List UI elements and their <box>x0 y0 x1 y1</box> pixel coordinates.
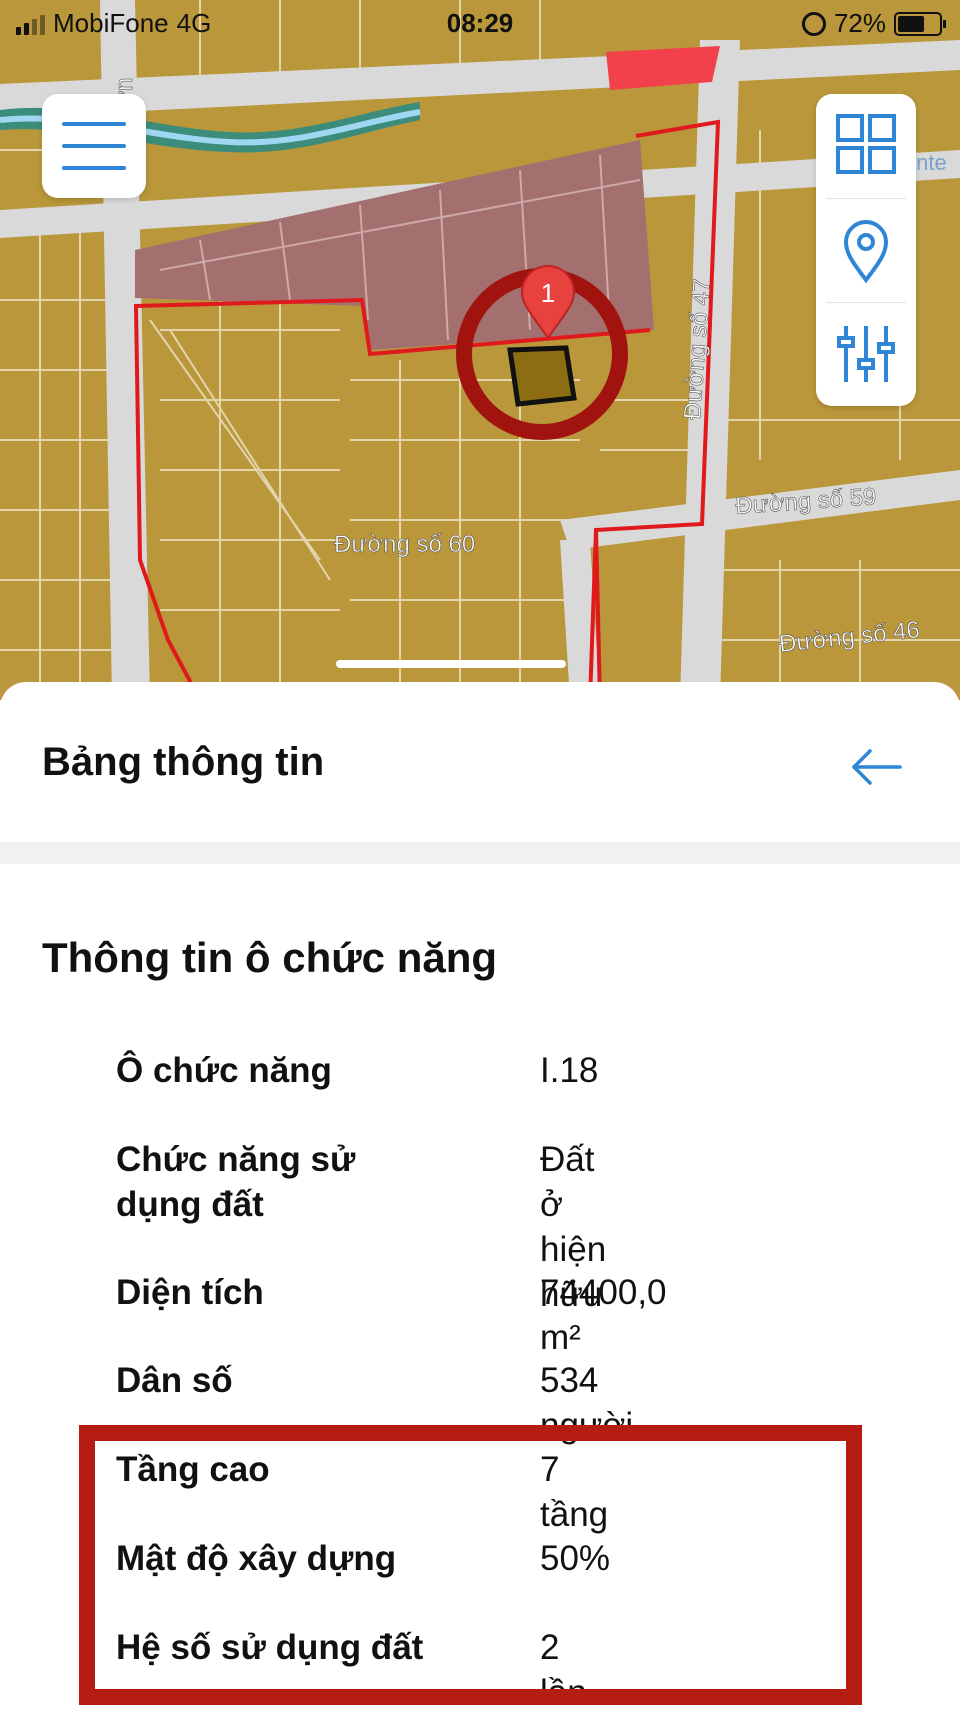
row-label: Diện tích <box>116 1273 264 1312</box>
location-pin-icon <box>843 220 889 284</box>
row-value: 74400,0 m² <box>540 1273 667 1357</box>
row-value: 2 lần <box>540 1628 587 1712</box>
street-label-60: Đường số 60 <box>334 531 475 558</box>
section-divider <box>0 842 960 864</box>
row-label: Tầng cao <box>116 1450 270 1489</box>
row-label: Hệ số sử dụng đất <box>116 1628 424 1667</box>
battery-percent: 72% <box>833 8 886 38</box>
row-label: Ô chức năng <box>116 1051 332 1090</box>
menu-button[interactable] <box>42 94 146 198</box>
row-value: 534 người <box>540 1361 634 1445</box>
row-value: 50% <box>540 1539 611 1578</box>
street-label-59: Đường số 59 <box>735 483 878 520</box>
street-label-46: Đường số 46 <box>778 616 921 658</box>
filter-button[interactable] <box>816 302 916 406</box>
sliders-icon <box>837 326 895 382</box>
alarm-icon <box>801 11 826 36</box>
layers-grid-button[interactable] <box>816 94 916 198</box>
sheet-drag-handle[interactable] <box>336 660 566 668</box>
back-button[interactable] <box>846 742 906 792</box>
row-label: Mật độ xây dựng <box>116 1539 397 1578</box>
map-tools-panel <box>816 94 916 406</box>
row-label: Dân số <box>116 1361 233 1400</box>
arrow-left-icon <box>852 749 902 785</box>
sheet-title: Bảng thông tin <box>42 740 325 784</box>
location-button[interactable] <box>816 198 916 302</box>
row-value: I.18 <box>540 1051 599 1090</box>
battery-icon <box>894 11 946 36</box>
status-bar: MobiFone 4G 08:29 72% <box>0 0 960 50</box>
grid-icon <box>836 114 896 174</box>
section-title: Thông tin ô chức năng <box>42 934 498 981</box>
row-label: Chức năng sử dụng đất <box>116 1140 356 1224</box>
marker-label: 1 <box>541 278 555 308</box>
row-value: 7 tầng <box>540 1450 609 1534</box>
